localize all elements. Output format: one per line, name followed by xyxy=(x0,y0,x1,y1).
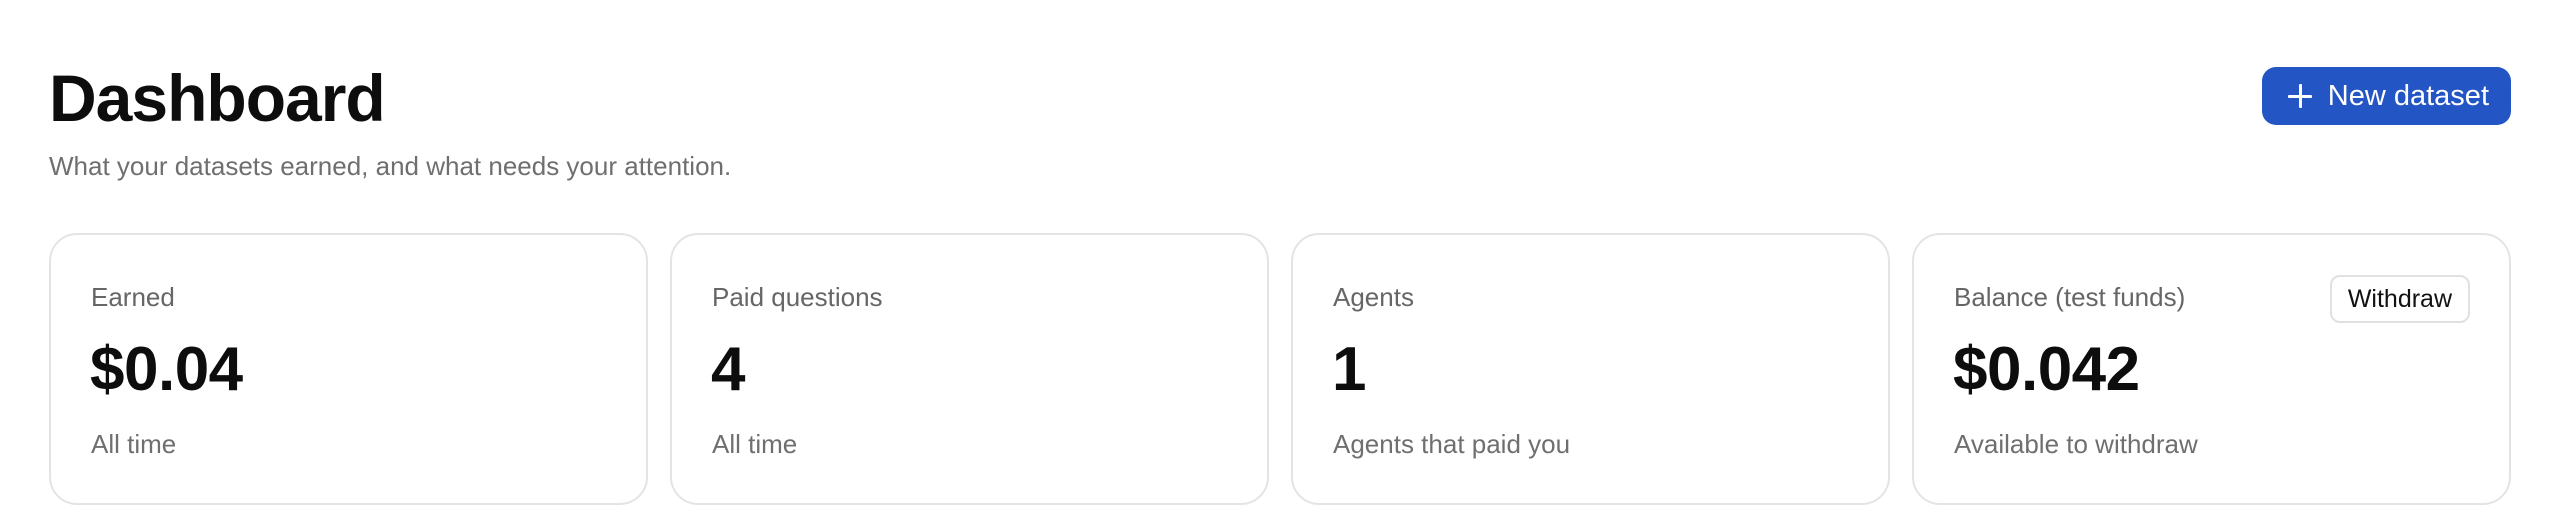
agents-card-value: 1 xyxy=(1332,335,1366,404)
withdraw-button[interactable]: Withdraw xyxy=(2329,275,2470,323)
page-title: Dashboard xyxy=(49,61,386,135)
balance-card: Balance (test funds) Withdraw $0.042 Ava… xyxy=(1912,233,2511,505)
new-dataset-button-label: New dataset xyxy=(2327,79,2489,112)
new-dataset-button[interactable]: New dataset xyxy=(2261,67,2511,125)
agents-card: Agents 1 Agents that paid you xyxy=(1291,233,1890,505)
paid-questions-card-caption: All time xyxy=(712,429,798,459)
page-subtitle: What your datasets earned, and what need… xyxy=(49,151,732,181)
stats-cards: Earned $0.04 All time Paid questions 4 A… xyxy=(49,233,2511,505)
balance-card-value: $0.042 xyxy=(1953,335,2140,404)
agents-card-caption: Agents that paid you xyxy=(1333,429,1571,459)
paid-questions-card-label: Paid questions xyxy=(712,282,883,312)
earned-card-value: $0.04 xyxy=(90,335,243,404)
earned-card-caption: All time xyxy=(91,429,177,459)
dashboard-header: Dashboard What your datasets earned, and… xyxy=(49,0,2511,200)
earned-card-label: Earned xyxy=(91,282,175,312)
paid-questions-card-value: 4 xyxy=(711,335,745,404)
balance-card-caption: Available to withdraw xyxy=(1954,429,2198,459)
paid-questions-card: Paid questions 4 All time xyxy=(670,233,1269,505)
plus-icon xyxy=(2287,84,2312,108)
agents-card-label: Agents xyxy=(1333,282,1414,312)
dashboard-page: Dashboard What your datasets earned, and… xyxy=(49,0,2511,532)
earned-card: Earned $0.04 All time xyxy=(49,233,648,505)
balance-card-label: Balance (test funds) xyxy=(1954,282,2186,312)
